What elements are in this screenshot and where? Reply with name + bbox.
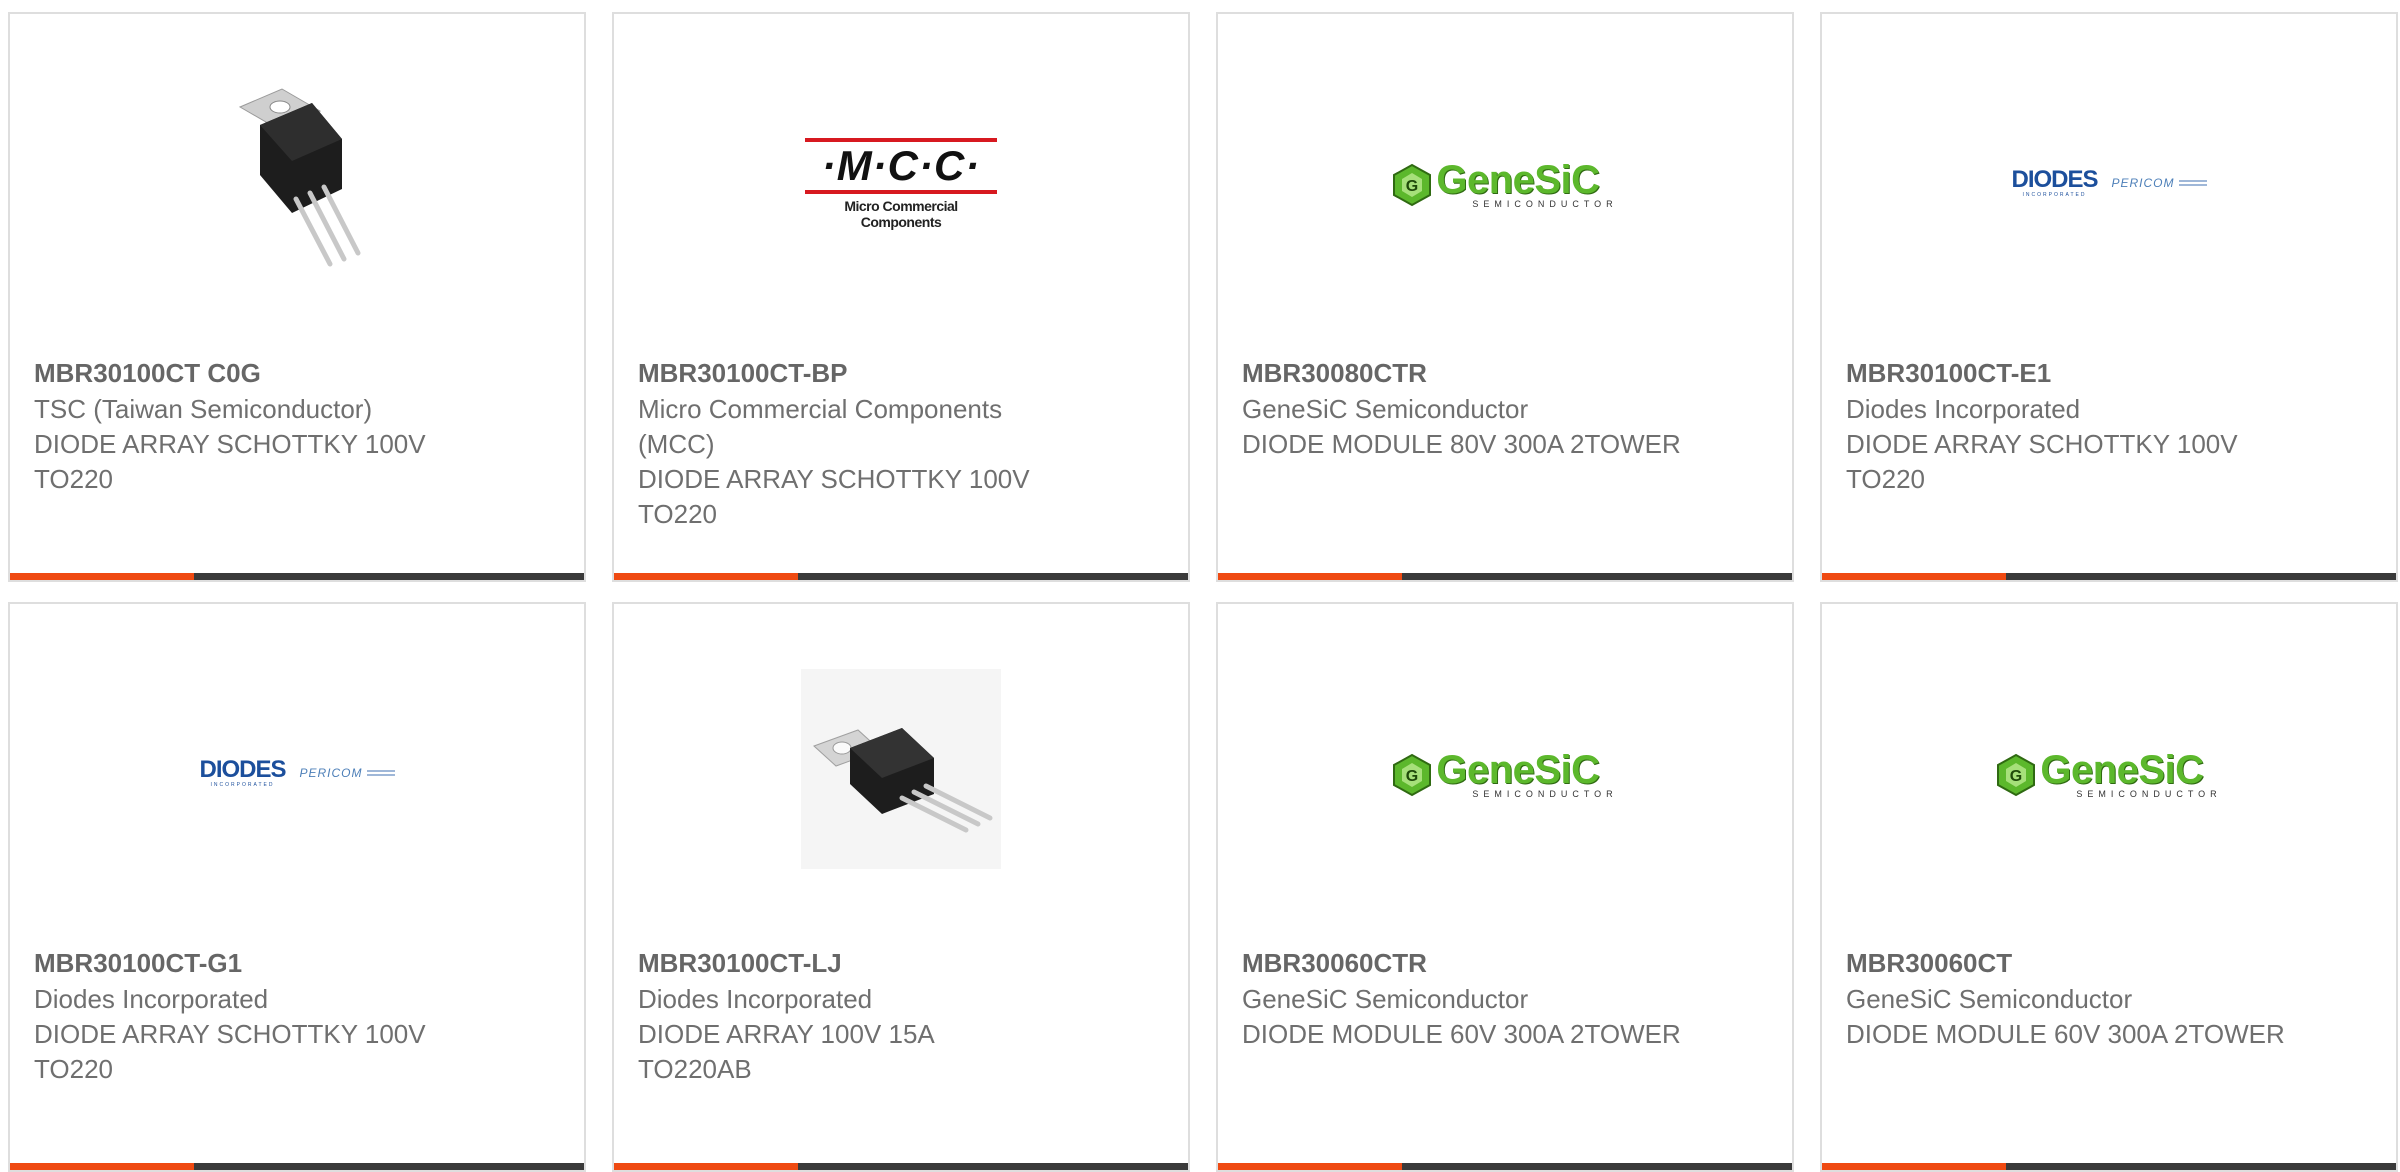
description: DIODE MODULE 60V 300A 2TOWER <box>1242 1019 1681 1049</box>
product-card[interactable]: G GeneSiC SEMICONDUCTOR MBR30060CTR Gene… <box>1216 602 1794 1172</box>
product-card[interactable]: DIODES INCORPORATED PERICOM MBR30100CT-E… <box>1820 12 2398 582</box>
part-number[interactable]: MBR30100CT C0G <box>34 354 560 392</box>
part-number[interactable]: MBR30100CT-BP <box>638 354 1164 392</box>
svg-text:G: G <box>1406 178 1418 195</box>
product-image[interactable]: G GeneSiC SEMICONDUCTOR <box>1822 604 2396 934</box>
svg-text:G: G <box>2010 768 2022 785</box>
product-card[interactable]: ·M·C·C· Micro Commercial Components MBR3… <box>612 12 1190 582</box>
description: DIODE ARRAY SCHOTTKY 100V TO220 <box>638 464 1030 529</box>
genesic-logo-icon: G GeneSiC SEMICONDUCTOR <box>1392 750 1617 799</box>
description: DIODE ARRAY 100V 15A TO220AB <box>638 1019 934 1084</box>
part-number[interactable]: MBR30100CT-G1 <box>34 944 560 982</box>
product-card[interactable]: MBR30100CT-LJ Diodes Incorporated DIODE … <box>612 602 1190 1172</box>
part-number[interactable]: MBR30060CT <box>1846 944 2372 982</box>
product-info: MBR30100CT-LJ Diodes Incorporated DIODE … <box>638 944 1164 1087</box>
product-image[interactable]: G GeneSiC SEMICONDUCTOR <box>1218 14 1792 344</box>
product-info: MBR30060CTR GeneSiC Semiconductor DIODE … <box>1242 944 1768 1052</box>
part-number[interactable]: MBR30060CTR <box>1242 944 1768 982</box>
diodes-logo-icon: DIODES INCORPORATED PERICOM <box>199 758 395 788</box>
genesic-logo-icon: G GeneSiC SEMICONDUCTOR <box>1392 160 1617 209</box>
description: DIODE MODULE 60V 300A 2TOWER <box>1846 1019 2285 1049</box>
part-number[interactable]: MBR30100CT-E1 <box>1846 354 2372 392</box>
product-image[interactable] <box>614 604 1188 934</box>
product-info: MBR30080CTR GeneSiC Semiconductor DIODE … <box>1242 354 1768 462</box>
genesic-logo-icon: G GeneSiC SEMICONDUCTOR <box>1996 750 2221 799</box>
product-image[interactable]: DIODES INCORPORATED PERICOM <box>1822 14 2396 344</box>
card-accent-bar <box>1218 573 1792 580</box>
card-accent-bar <box>1822 573 2396 580</box>
card-accent-bar <box>614 573 1188 580</box>
to220-photo-icon <box>801 669 1001 869</box>
diodes-logo-icon: DIODES INCORPORATED PERICOM <box>2011 168 2207 198</box>
manufacturer: GeneSiC Semiconductor <box>1846 984 2133 1014</box>
description: DIODE ARRAY SCHOTTKY 100V TO220 <box>1846 429 2238 494</box>
product-info: MBR30100CT-G1 Diodes Incorporated DIODE … <box>34 944 560 1087</box>
manufacturer: GeneSiC Semiconductor <box>1242 984 1529 1014</box>
product-image[interactable]: ·M·C·C· Micro Commercial Components <box>614 14 1188 344</box>
product-image[interactable] <box>10 14 584 344</box>
manufacturer: GeneSiC Semiconductor <box>1242 394 1529 424</box>
product-image[interactable]: G GeneSiC SEMICONDUCTOR <box>1218 604 1792 934</box>
manufacturer: TSC (Taiwan Semiconductor) <box>34 394 373 424</box>
product-grid: MBR30100CT C0G TSC (Taiwan Semiconductor… <box>8 12 2400 1172</box>
product-card[interactable]: G GeneSiC SEMICONDUCTOR MBR30060CT GeneS… <box>1820 602 2398 1172</box>
product-info: MBR30100CT-E1 Diodes Incorporated DIODE … <box>1846 354 2372 497</box>
manufacturer: Diodes Incorporated <box>34 984 269 1014</box>
description: DIODE MODULE 80V 300A 2TOWER <box>1242 429 1681 459</box>
product-info: MBR30100CT-BP Micro Commercial Component… <box>638 354 1164 532</box>
manufacturer: Micro Commercial Components (MCC) <box>638 394 1003 459</box>
description: DIODE ARRAY SCHOTTKY 100V TO220 <box>34 429 426 494</box>
part-number[interactable]: MBR30100CT-LJ <box>638 944 1164 982</box>
product-card[interactable]: G GeneSiC SEMICONDUCTOR MBR30080CTR Gene… <box>1216 12 1794 582</box>
manufacturer: Diodes Incorporated <box>638 984 873 1014</box>
product-card[interactable]: MBR30100CT C0G TSC (Taiwan Semiconductor… <box>8 12 586 582</box>
to220-package-icon <box>238 88 361 267</box>
description: DIODE ARRAY SCHOTTKY 100V TO220 <box>34 1019 426 1084</box>
mcc-logo-icon: ·M·C·C· Micro Commercial Components <box>803 138 999 230</box>
part-number[interactable]: MBR30080CTR <box>1242 354 1768 392</box>
manufacturer: Diodes Incorporated <box>1846 394 2081 424</box>
product-card[interactable]: DIODES INCORPORATED PERICOM MBR30100CT-G… <box>8 602 586 1172</box>
product-info: MBR30060CT GeneSiC Semiconductor DIODE M… <box>1846 944 2372 1052</box>
product-image[interactable]: DIODES INCORPORATED PERICOM <box>10 604 584 934</box>
product-info: MBR30100CT C0G TSC (Taiwan Semiconductor… <box>34 354 560 497</box>
svg-text:G: G <box>1406 768 1418 785</box>
card-accent-bar <box>10 573 584 580</box>
